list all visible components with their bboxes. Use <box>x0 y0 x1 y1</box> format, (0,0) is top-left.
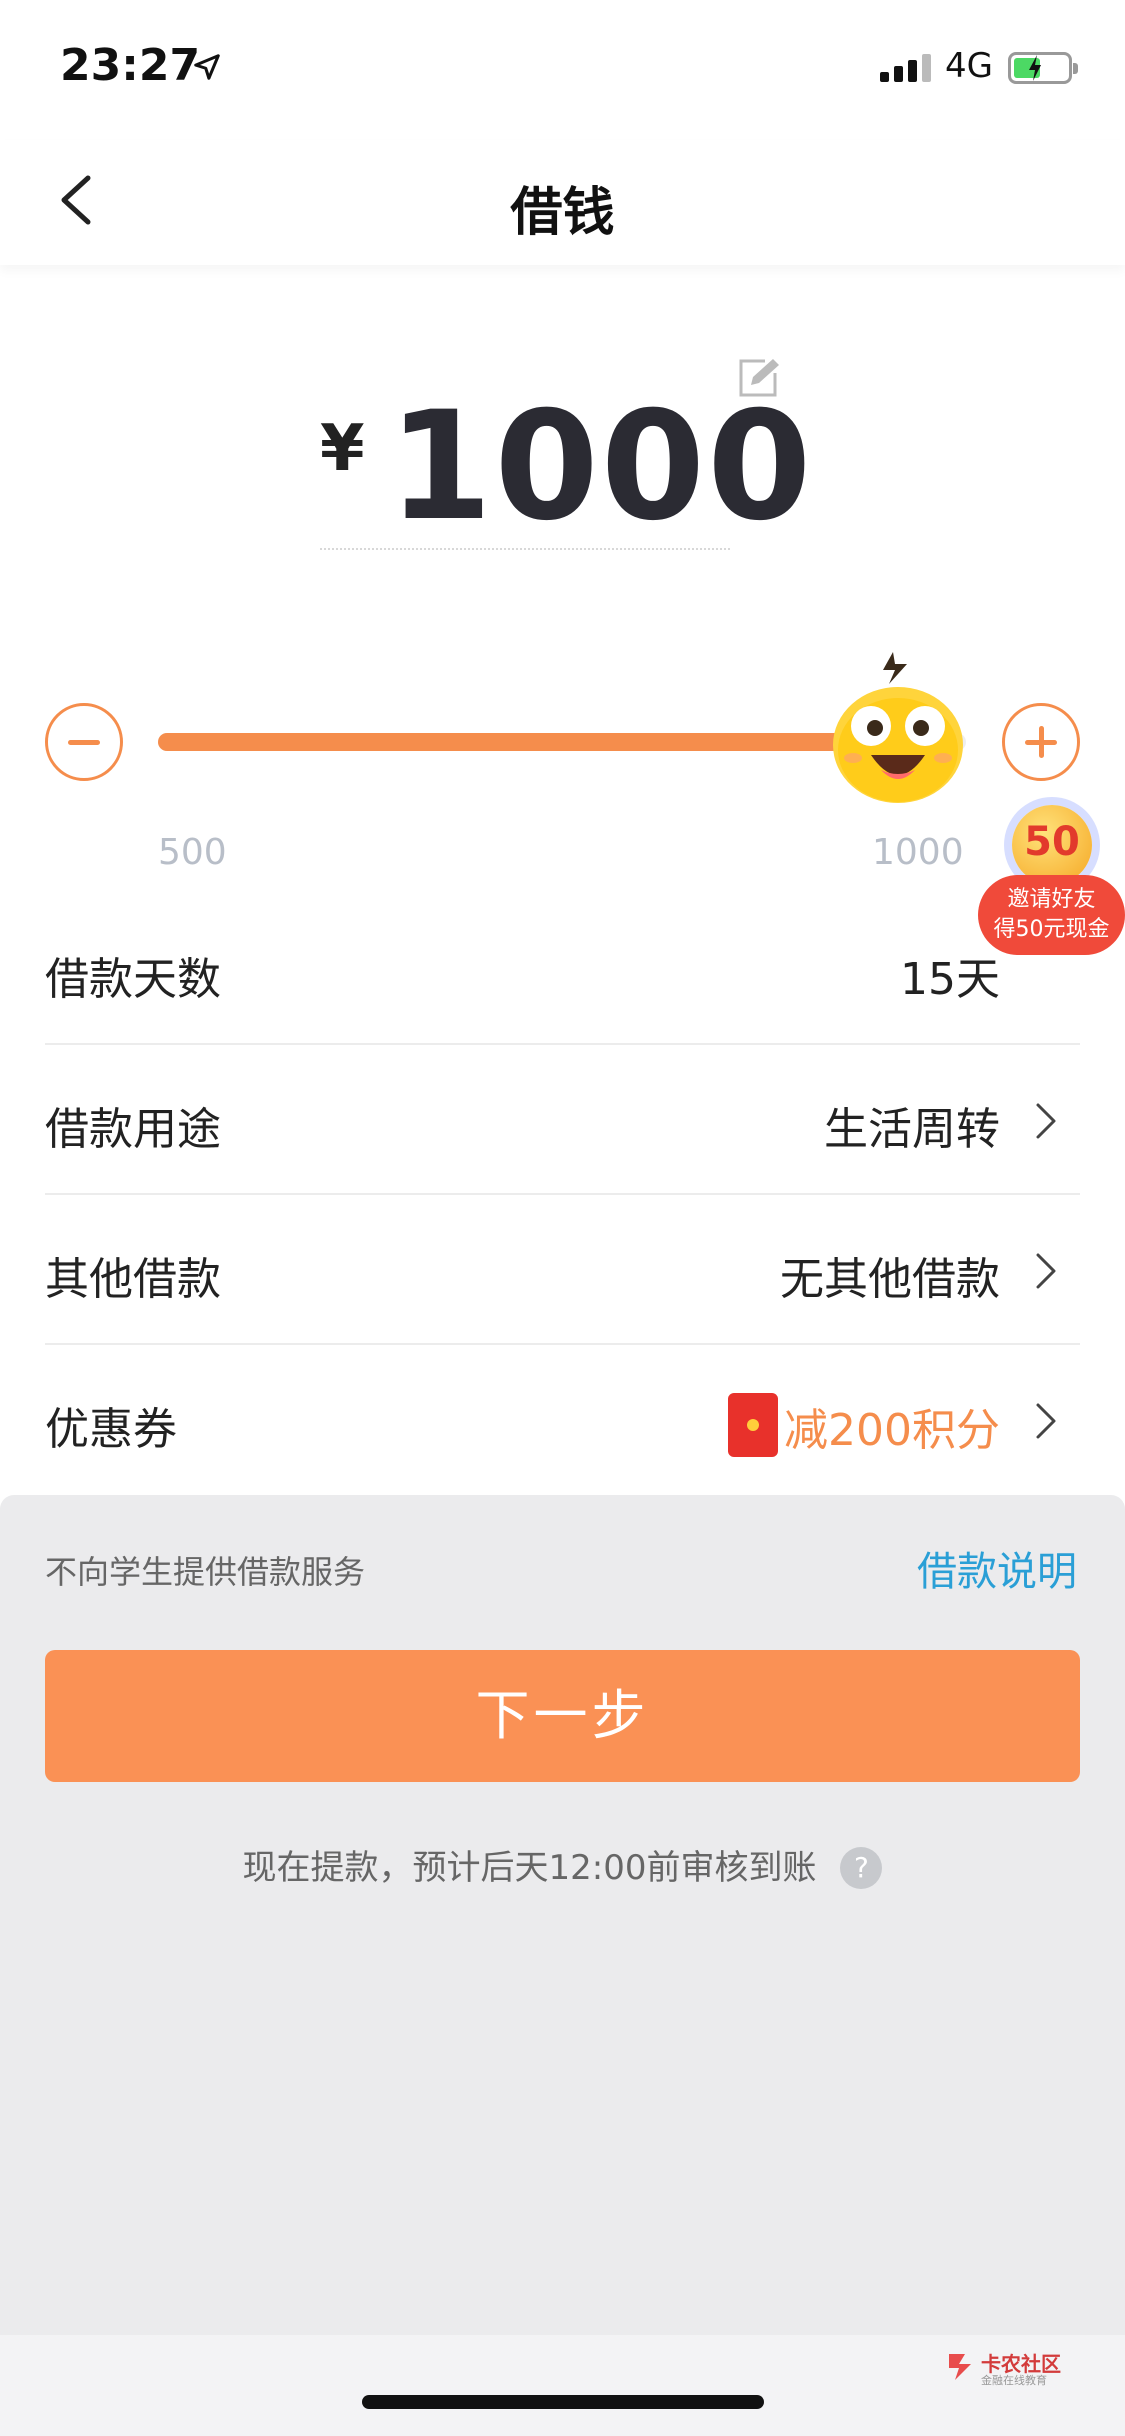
coin-icon: 50 <box>1012 805 1092 885</box>
row-label: 借款天数 <box>45 954 221 1005</box>
row-other-loans[interactable]: 其他借款 无其他借款 <box>45 1195 1080 1345</box>
chevron-right-icon <box>1030 1101 1060 1141</box>
row-value: 生活周转 <box>824 1104 1000 1155</box>
status-bar: 23:27 4G <box>0 0 1125 140</box>
loan-amount: 1000 <box>388 380 814 554</box>
bottom-panel: 不向学生提供借款服务 借款说明 下一步 现在提款，预计后天12:00前审核到账? <box>0 1495 1125 2120</box>
battery-charging-icon <box>1008 52 1078 84</box>
slider-max-label: 1000 <box>872 832 964 873</box>
coupon-value: 减200积分 <box>784 1405 1000 1456</box>
amount-display[interactable]: ¥ 1000 <box>320 380 811 554</box>
edit-icon[interactable] <box>735 355 781 401</box>
mascot-face-icon[interactable] <box>823 650 973 810</box>
row-label: 优惠券 <box>45 1404 177 1455</box>
amount-slider-fill <box>158 733 856 751</box>
watermark-logo-icon <box>945 2350 977 2382</box>
payout-tip-text: 现在提款，预计后天12:00前审核到账 <box>242 1848 817 1888</box>
nav-bar: 借钱 <box>0 140 1125 265</box>
network-type: 4G <box>945 46 993 86</box>
question-circle-icon[interactable]: ? <box>840 1847 883 1889</box>
status-time: 23:27 <box>60 40 201 91</box>
plus-circle-icon[interactable] <box>1002 703 1080 781</box>
location-arrow-icon <box>192 52 222 86</box>
next-step-button[interactable]: 下一步 <box>45 1650 1080 1782</box>
home-indicator[interactable] <box>362 2395 764 2409</box>
watermark-subtitle: 金融在线教育 <box>981 2374 1047 2387</box>
student-notice: 不向学生提供借款服务 <box>45 1553 366 1591</box>
slider-min-label: 500 <box>158 832 227 873</box>
row-coupon[interactable]: 优惠券 减200积分 <box>45 1345 1080 1495</box>
page-title: 借钱 <box>510 183 615 243</box>
row-value: 无其他借款 <box>780 1254 1000 1305</box>
watermark: 卡农社区 金融在线教育 <box>945 2348 1075 2388</box>
red-packet-icon <box>728 1393 779 1457</box>
chevron-right-icon <box>1030 1401 1060 1441</box>
row-label: 借款用途 <box>45 1104 221 1155</box>
row-loan-days: 借款天数 15天 <box>45 895 1080 1045</box>
currency-symbol: ¥ <box>320 412 365 486</box>
coin-value: 50 <box>1024 819 1080 865</box>
signal-icon <box>880 54 931 82</box>
chevron-right-icon <box>1030 1251 1060 1291</box>
loan-explanation-link[interactable]: 借款说明 <box>917 1539 1077 1597</box>
minus-circle-icon[interactable] <box>45 703 123 781</box>
row-label: 其他借款 <box>45 1254 221 1305</box>
row-value: 15天 <box>900 954 1000 1005</box>
row-value: 减200积分 <box>728 1393 1000 1458</box>
payout-tip: 现在提款，预计后天12:00前审核到账? <box>0 1840 1125 1889</box>
row-loan-purpose[interactable]: 借款用途 生活周转 <box>45 1045 1080 1195</box>
